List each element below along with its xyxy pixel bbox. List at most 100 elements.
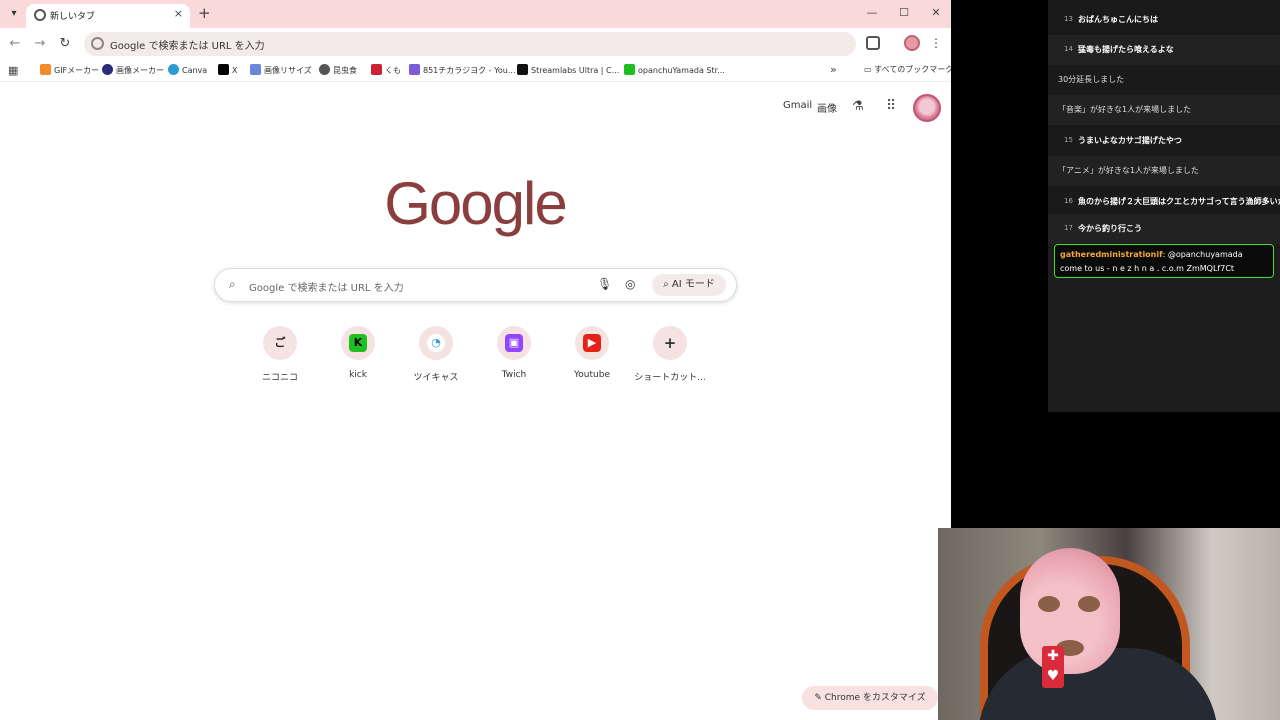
bookmarks-overflow-icon[interactable]: » — [830, 63, 837, 76]
close-window-button[interactable]: ✕ — [928, 6, 944, 19]
new-tab-page: Gmail 画像 ⚗ ⠿ Google ⌕ Google で検索または URL … — [0, 82, 951, 720]
search-placeholder: Google で検索または URL を入力 — [249, 283, 404, 294]
browser-window: ▾ 新しいタブ × + — ☐ ✕ ← → ↻ Google で検索または UR… — [0, 0, 951, 720]
google-g-icon — [91, 37, 104, 50]
chat-text: 30分延長しました — [1058, 75, 1125, 84]
search-icon: ⌕ — [229, 277, 236, 291]
kick-icon: K — [349, 334, 367, 352]
all-bookmarks-folder[interactable]: ▭ すべてのブックマーク — [864, 64, 951, 75]
mask-eye — [1078, 596, 1100, 612]
address-bar[interactable]: Google で検索または URL を入力 — [84, 32, 856, 56]
shortcut-add[interactable]: + ショートカット... — [630, 326, 710, 383]
chat-text: 「音楽」が好きな1人が来場しました — [1058, 105, 1192, 114]
tab-search-icon[interactable]: ▾ — [6, 6, 22, 22]
shortcut-label: ツイキャス — [413, 373, 459, 383]
shortcut-circle: ▣ — [497, 326, 531, 360]
chat-number: 15 — [1064, 136, 1073, 144]
bookmark-item[interactable]: 昆虫食 — [319, 64, 357, 77]
shortcut-circle: ご — [263, 326, 297, 360]
folder-icon: ▭ — [864, 65, 875, 74]
customize-chrome-button[interactable]: ✎ Chrome をカスタマイズ — [802, 686, 938, 710]
chat-number: 16 — [1064, 197, 1073, 205]
extensions-icon[interactable] — [866, 36, 880, 50]
streamer-masked-head — [1020, 548, 1120, 674]
forward-arrow-icon[interactable]: → — [32, 36, 48, 52]
account-avatar[interactable] — [913, 94, 941, 122]
bookmark-item[interactable]: GIFメーカー — [40, 64, 99, 77]
chat-system-message: 「音楽」が好きな1人が来場しました — [1048, 95, 1280, 125]
bookmark-favicon-icon — [102, 64, 113, 75]
shortcut-youtube[interactable]: ▶ Youtube — [552, 326, 632, 380]
search-box[interactable]: ⌕ Google で検索または URL を入力 🎙︎ ◎ ⌕ AI モード — [214, 268, 737, 302]
bookmark-item[interactable]: 画像リサイズ — [250, 64, 312, 77]
more-menu-icon[interactable]: ⋮ — [930, 36, 942, 50]
bookmark-favicon-icon — [371, 64, 382, 75]
labs-flask-icon[interactable]: ⚗ — [852, 99, 864, 114]
shortcut-niconico[interactable]: ご ニコニコ — [240, 326, 320, 383]
twitch-icon: ▣ — [505, 334, 523, 352]
google-apps-icon[interactable]: ⠿ — [886, 98, 896, 114]
highlighted-chat-line: gatheredministrationif: @opanchuyamada — [1060, 250, 1243, 259]
chat-username: gatheredministrationif — [1060, 250, 1163, 259]
stream-chat-panel: 13 おぱんちゅこんにちは 14 猛毒も揚げたら喰えるよな 30分延長しました … — [1048, 0, 1280, 244]
bookmark-item[interactable]: opanchuYamada Str... — [624, 64, 725, 77]
microphone-icon[interactable]: 🎙︎ — [597, 277, 612, 291]
shortcut-kick[interactable]: K kick — [318, 326, 398, 380]
bookmark-item[interactable]: Canva — [168, 64, 207, 77]
chat-text: うまいよなカサゴ揚げたやつ — [1078, 136, 1182, 145]
shortcut-circle: ◔ — [419, 326, 453, 360]
ai-sparkle-icon: ⌕ — [663, 279, 672, 290]
bookmark-favicon-icon — [40, 64, 51, 75]
tab-close-icon[interactable]: × — [174, 7, 183, 20]
bookmark-favicon-icon — [250, 64, 261, 75]
minimize-button[interactable]: — — [864, 6, 880, 19]
chat-message: 14 猛毒も揚げたら喰えるよな — [1048, 35, 1280, 65]
youtube-icon: ▶ — [583, 334, 601, 352]
chat-number: 14 — [1064, 45, 1073, 53]
bookmark-item[interactable]: くも — [371, 64, 401, 77]
shortcut-label: ニコニコ — [261, 373, 298, 383]
chrome-icon — [34, 9, 46, 21]
bookmark-item[interactable]: Streamlabs Ultra | C... — [517, 64, 619, 77]
chat-message: 17 今から釣り行こう — [1048, 214, 1280, 244]
toolbar: ← → ↻ Google で検索または URL を入力 ⋮ — [0, 28, 951, 60]
shortcut-label: Youtube — [574, 370, 610, 380]
chat-message: 16 魚のから揚げ２大巨頭はクエとカサゴって言う漁師多いから — [1048, 187, 1280, 217]
bookmark-item[interactable]: 画像メーカー — [102, 64, 164, 77]
chat-text: 今から釣り行こう — [1078, 224, 1142, 233]
plus-icon: + — [661, 334, 679, 352]
red-cross-badge-icon: ✚ ♥ — [1042, 646, 1064, 688]
tab-new-tab[interactable]: 新しいタブ × — [26, 4, 190, 28]
shortcut-label: kick — [349, 370, 367, 380]
shortcut-circle: K — [341, 326, 375, 360]
shortcut-twitcasting[interactable]: ◔ ツイキャス — [396, 326, 476, 383]
chat-text: 魚のから揚げ２大巨頭はクエとカサゴって言う漁師多いから — [1078, 197, 1280, 206]
bookmark-favicon-icon — [218, 64, 229, 75]
ai-mode-button[interactable]: ⌕ AI モード — [652, 274, 726, 296]
chat-text: 猛毒も揚げたら喰えるよな — [1078, 45, 1174, 54]
profile-avatar-small[interactable] — [904, 35, 920, 51]
apps-grid-icon[interactable]: ▦ — [8, 64, 18, 77]
reload-icon[interactable]: ↻ — [57, 36, 73, 52]
gmail-link[interactable]: Gmail — [783, 100, 812, 111]
bookmark-favicon-icon — [319, 64, 330, 75]
highlighted-chat-message: gatheredministrationif: @opanchuyamada c… — [1054, 244, 1274, 278]
highlighted-chat-text: come to us - n e z h n a . c.o.m ZmMQLf7… — [1060, 264, 1235, 273]
images-link[interactable]: 画像 — [817, 100, 837, 115]
maximize-button[interactable]: ☐ — [896, 6, 912, 19]
bookmark-item[interactable]: 851チカラジヨク - You... — [409, 64, 516, 77]
chat-text: おぱんちゅこんにちは — [1078, 15, 1158, 24]
bookmark-favicon-icon — [409, 64, 420, 75]
shortcut-label: ショートカット... — [634, 373, 706, 383]
niconico-icon: ご — [271, 334, 289, 352]
bookmark-item[interactable]: X — [218, 64, 237, 77]
chat-system-message: 30分延長しました — [1048, 65, 1280, 95]
lens-camera-icon[interactable]: ◎ — [625, 277, 635, 291]
new-tab-button[interactable]: + — [198, 5, 211, 21]
back-arrow-icon[interactable]: ← — [7, 36, 23, 52]
tab-strip: ▾ 新しいタブ × + — ☐ ✕ — [0, 0, 951, 28]
webcam-feed: ✚ ♥ — [938, 528, 1280, 720]
shortcut-twitch[interactable]: ▣ Twich — [474, 326, 554, 380]
shortcut-circle: + — [653, 326, 687, 360]
bookmark-favicon-icon — [624, 64, 635, 75]
